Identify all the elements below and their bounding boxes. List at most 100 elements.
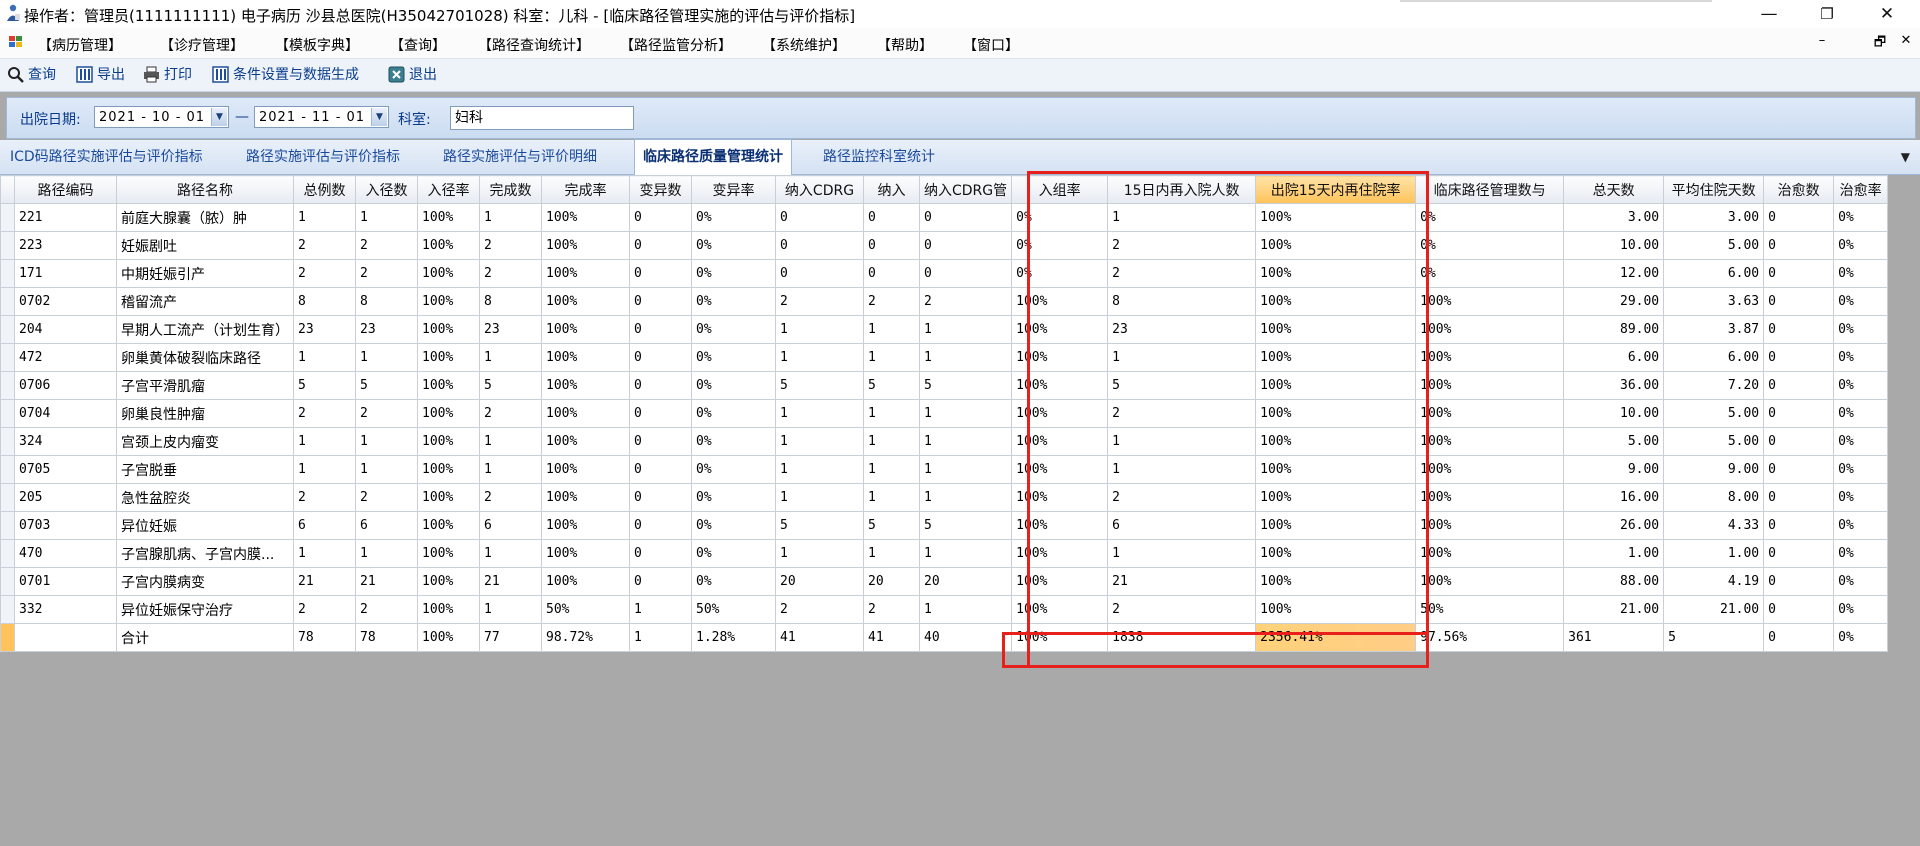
row-indicator[interactable] — [0, 231, 15, 260]
table-cell[interactable]: 0701 — [14, 567, 117, 596]
table-cell[interactable]: 前庭大腺囊（脓）肿 — [116, 203, 294, 232]
table-cell[interactable]: 205 — [14, 483, 117, 512]
table-cell[interactable]: 子宫腺肌病、子宫内膜... — [116, 539, 294, 568]
column-header[interactable]: 平均住院天数 — [1663, 175, 1765, 204]
table-cell[interactable]: 5 — [863, 371, 920, 400]
table-cell[interactable]: 100% — [1011, 287, 1109, 316]
table-cell[interactable]: 100% — [541, 427, 630, 456]
table-cell[interactable]: 78 — [355, 623, 418, 652]
table-cell[interactable]: 1 — [918, 343, 1013, 372]
table-cell[interactable]: 100% — [1415, 427, 1565, 456]
table-cell[interactable]: 0 — [1763, 259, 1835, 288]
table-cell[interactable]: 97.56% — [1415, 623, 1565, 652]
table-cell[interactable]: 1 — [775, 315, 864, 344]
table-cell[interactable]: 0% — [691, 315, 776, 344]
table-cell[interactable]: 100% — [541, 259, 630, 288]
table-cell[interactable]: 0 — [1763, 455, 1835, 484]
table-cell[interactable]: 100% — [1255, 315, 1417, 344]
table-cell[interactable]: 1 — [775, 399, 864, 428]
table-row[interactable]: 0702 稽留流产 8 8 100% 8 100% 0 0% 2 2 2 100% 8 100% 100% 29… — [0, 287, 1889, 316]
table-cell[interactable]: 妊娠剧吐 — [116, 231, 294, 260]
table-row[interactable]: 171 中期妊娠引产 2 2 100% 2 100% 0 0% 0 0 0 0% 2 100% 0% 12.00… — [0, 259, 1889, 288]
table-cell[interactable]: 子宫内膜病变 — [116, 567, 294, 596]
table-cell[interactable]: 0 — [629, 539, 692, 568]
table-row[interactable]: 223 妊娠剧吐 2 2 100% 2 100% 0 0% 0 0 0 0% 2 100% 0% 10.00 5.… — [0, 231, 1889, 260]
table-cell[interactable]: 1 — [355, 455, 418, 484]
table-cell[interactable]: 16.00 — [1563, 483, 1665, 512]
table-cell[interactable]: 204 — [14, 315, 117, 344]
table-cell[interactable]: 100% — [1011, 371, 1109, 400]
table-cell[interactable]: 1 — [918, 315, 1013, 344]
table-cell[interactable]: 0% — [1833, 315, 1889, 344]
table-cell[interactable]: 8 — [293, 287, 356, 316]
table-cell[interactable]: 早期人工流产（计划生育） — [116, 315, 294, 344]
table-cell[interactable]: 100% — [1255, 371, 1417, 400]
table-cell[interactable]: 21 — [1107, 567, 1257, 596]
tab-path-evaluation-detail[interactable]: 路径实施评估与评价明细 — [443, 140, 597, 174]
table-cell[interactable]: 100% — [1415, 287, 1565, 316]
table-cell[interactable]: 0704 — [14, 399, 117, 428]
table-cell[interactable]: 332 — [14, 595, 117, 624]
menu-window[interactable]: 【窗口】 — [963, 35, 1019, 55]
table-cell[interactable]: 78 — [293, 623, 356, 652]
table-cell[interactable]: 0% — [1833, 399, 1889, 428]
table-cell[interactable]: 0 — [629, 511, 692, 540]
table-cell[interactable]: 100% — [1011, 595, 1109, 624]
table-cell[interactable]: 0% — [691, 399, 776, 428]
table-cell[interactable]: 0 — [1763, 287, 1835, 316]
table-cell[interactable]: 0 — [1763, 567, 1835, 596]
table-cell[interactable]: 100% — [417, 287, 480, 316]
table-cell[interactable]: 21 — [479, 567, 542, 596]
menu-medical-records[interactable]: 【病历管理】 — [38, 35, 122, 55]
table-cell[interactable]: 0 — [1763, 315, 1835, 344]
table-cell[interactable]: 100% — [541, 483, 630, 512]
table-cell[interactable]: 0% — [691, 455, 776, 484]
table-cell[interactable]: 0702 — [14, 287, 117, 316]
table-cell[interactable]: 77 — [479, 623, 542, 652]
table-cell[interactable]: 100% — [1415, 399, 1565, 428]
table-cell[interactable]: 2 — [863, 287, 920, 316]
table-cell[interactable]: 100% — [417, 567, 480, 596]
table-cell[interactable]: 2 — [918, 287, 1013, 316]
table-cell[interactable]: 0% — [691, 371, 776, 400]
table-cell[interactable]: 1 — [918, 539, 1013, 568]
column-header[interactable]: 变异数 — [629, 175, 692, 204]
table-cell[interactable]: 1 — [918, 455, 1013, 484]
table-cell[interactable]: 5 — [775, 371, 864, 400]
table-cell[interactable]: 6.00 — [1663, 343, 1765, 372]
table-cell[interactable]: 23 — [479, 315, 542, 344]
column-header[interactable]: 路径名称 — [116, 175, 294, 204]
table-cell[interactable]: 100% — [1011, 483, 1109, 512]
table-cell[interactable]: 2 — [355, 595, 418, 624]
table-cell[interactable]: 100% — [1011, 455, 1109, 484]
table-cell[interactable]: 40 — [918, 623, 1013, 652]
table-cell[interactable]: 0% — [1833, 343, 1889, 372]
table-cell[interactable]: 0% — [691, 203, 776, 232]
table-cell[interactable]: 0% — [1833, 595, 1889, 624]
column-header[interactable]: 完成率 — [541, 175, 630, 204]
dropdown-arrow-icon[interactable]: ▼ — [1901, 150, 1910, 164]
table-cell[interactable]: 1 — [918, 399, 1013, 428]
table-cell[interactable]: 472 — [14, 343, 117, 372]
table-cell[interactable]: 20 — [863, 567, 920, 596]
table-cell[interactable]: 0 — [1763, 231, 1835, 260]
table-cell[interactable]: 5.00 — [1663, 427, 1765, 456]
table-cell[interactable]: 1 — [863, 427, 920, 456]
table-cell[interactable]: 0% — [691, 259, 776, 288]
table-row[interactable]: 0701 子宫内膜病变 21 21 100% 21 100% 0 0% 20 20 20 100% 21 1… — [0, 567, 1889, 596]
table-cell[interactable]: 子宫平滑肌瘤 — [116, 371, 294, 400]
table-cell[interactable]: 100% — [1255, 259, 1417, 288]
table-cell[interactable]: 0 — [1763, 539, 1835, 568]
condition-setup-button[interactable]: 条件设置与数据生成 — [212, 64, 359, 86]
table-cell[interactable]: 100% — [1255, 343, 1417, 372]
row-indicator[interactable] — [0, 483, 15, 512]
tab-path-evaluation[interactable]: 路径实施评估与评价指标 — [246, 140, 400, 174]
menu-help[interactable]: 【帮助】 — [877, 35, 933, 55]
table-cell[interactable]: 1 — [355, 343, 418, 372]
table-row[interactable]: 324 宫颈上皮内瘤变 1 1 100% 1 100% 0 0% 1 1 1 100% 1 100% 100%… — [0, 427, 1889, 456]
table-cell[interactable]: 5 — [775, 511, 864, 540]
table-cell[interactable]: 0% — [691, 343, 776, 372]
table-cell[interactable]: 36.00 — [1563, 371, 1665, 400]
table-cell[interactable]: 0% — [691, 567, 776, 596]
table-row[interactable]: 0706 子宫平滑肌瘤 5 5 100% 5 100% 0 0% 5 5 5 100% 5 100% 100%… — [0, 371, 1889, 400]
